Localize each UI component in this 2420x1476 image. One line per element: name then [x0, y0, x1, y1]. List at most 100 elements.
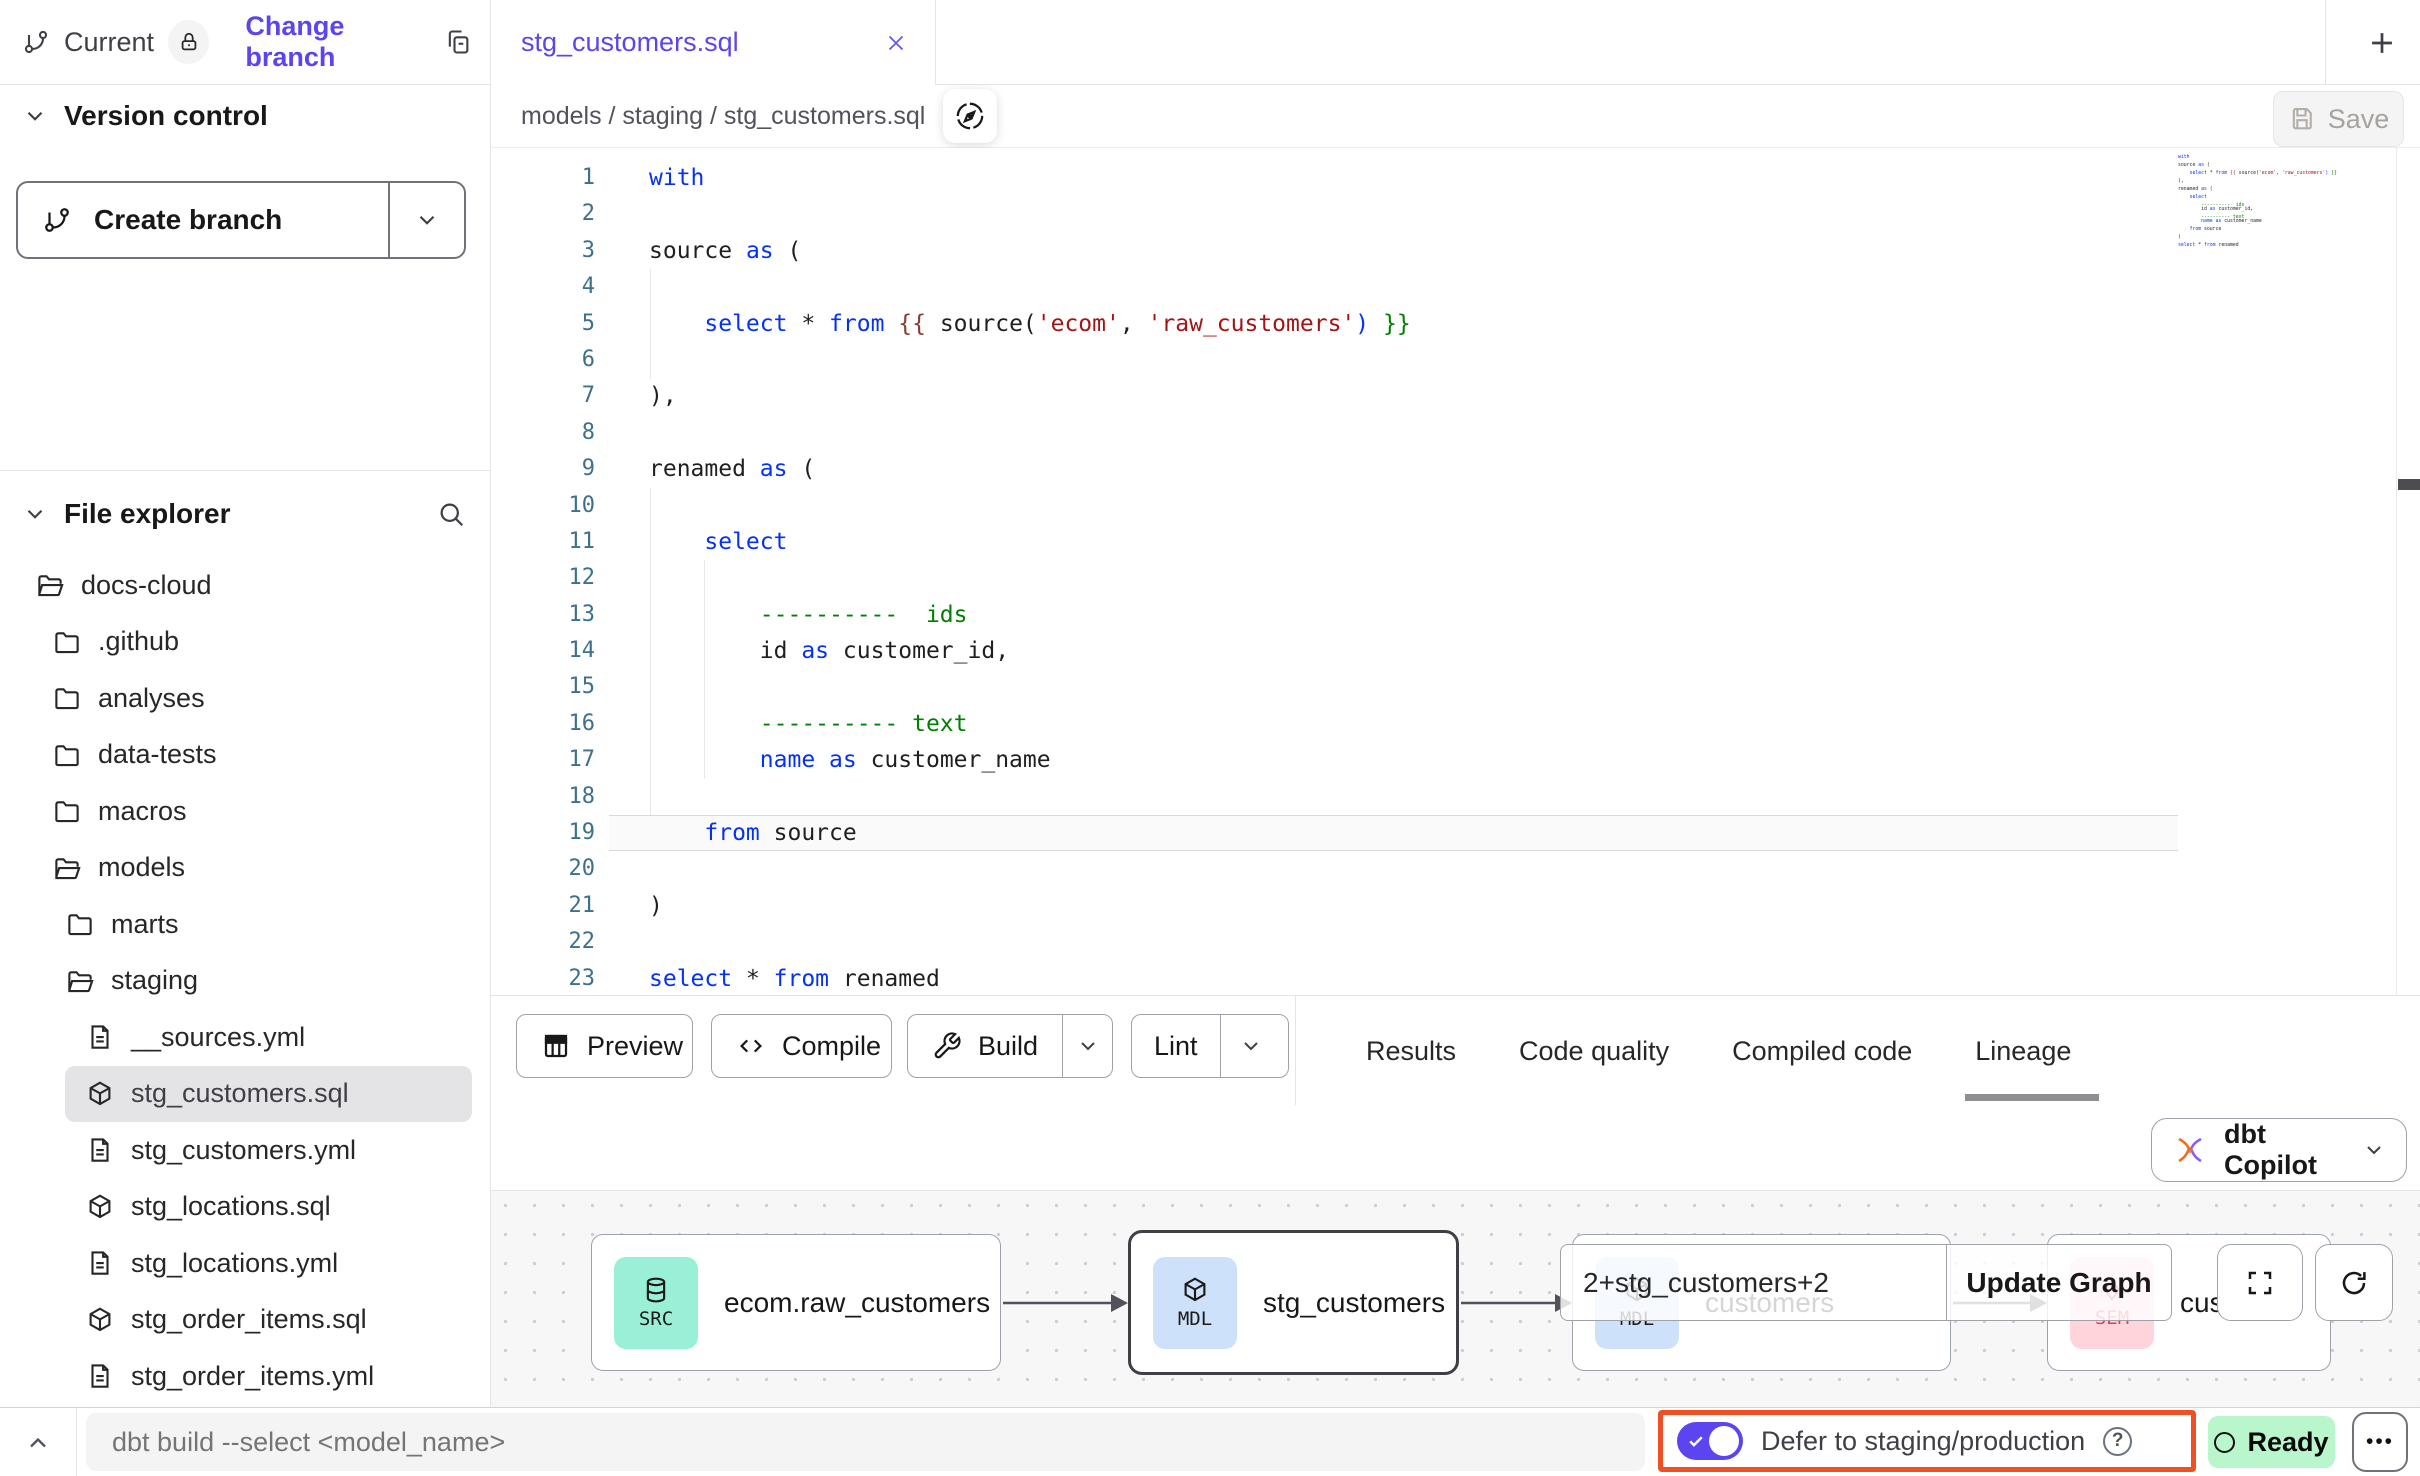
chevron-down-icon [22, 103, 48, 129]
tree-item-stg-locations-yml[interactable]: stg_locations.yml [65, 1235, 472, 1292]
code-line-16[interactable]: 16 ---------- text [491, 706, 2178, 742]
tree-item-staging[interactable]: staging [45, 953, 472, 1010]
tree-item-stg-locations-sql[interactable]: stg_locations.sql [65, 1179, 472, 1236]
table-icon [541, 1031, 571, 1061]
code-line-17[interactable]: 17 name as customer_name [491, 742, 2178, 778]
fullscreen-button[interactable] [2217, 1244, 2303, 1321]
tree-item-marts[interactable]: marts [45, 896, 472, 953]
panel-collapse-button[interactable] [16, 1421, 60, 1465]
plus-icon [2365, 26, 2399, 60]
lint-button[interactable]: Lint [1131, 1014, 1289, 1078]
tree-item-models[interactable]: models [32, 840, 472, 897]
copilot-compass-button[interactable] [943, 89, 997, 143]
dbt-copilot-logo-icon [2172, 1132, 2208, 1168]
code-editor[interactable]: 1with23source as (45 select * from {{ so… [491, 148, 2420, 995]
create-branch-button[interactable]: Create branch [16, 181, 466, 259]
save-button[interactable]: Save [2273, 91, 2404, 147]
code-line-22[interactable]: 22 [491, 924, 2178, 960]
code-line-13[interactable]: 13 ---------- ids [491, 597, 2178, 633]
update-graph-button[interactable]: Update Graph [1946, 1245, 2171, 1320]
save-label: Save [2328, 104, 2390, 135]
code-line-20[interactable]: 20 [491, 851, 2178, 887]
dbt-copilot-button[interactable]: dbt Copilot [2151, 1118, 2407, 1182]
cube-icon [85, 1079, 115, 1109]
tree-item-stg-order-items-sql[interactable]: stg_order_items.sql [65, 1292, 472, 1349]
code-line-10[interactable]: 10 [491, 488, 2178, 524]
lineage-node-ecom-raw-customers[interactable]: SRC ecom.raw_customers [591, 1234, 1001, 1371]
search-icon[interactable] [436, 499, 466, 529]
code-line-14[interactable]: 14 id as customer_id, [491, 633, 2178, 669]
code-line-2[interactable]: 2 [491, 196, 2178, 232]
panel-tab-code-quality[interactable]: Code quality [1519, 996, 1669, 1106]
version-control-header[interactable]: Version control [22, 100, 466, 132]
panel-tab-lineage[interactable]: Lineage [1975, 996, 2071, 1106]
copy-icon[interactable] [444, 28, 472, 56]
tree-item-macros[interactable]: macros [32, 783, 472, 840]
lineage-node-stg-customers[interactable]: MDL stg_customers [1128, 1230, 1459, 1375]
code-line-11[interactable]: 11 select [491, 524, 2178, 560]
file-explorer-header[interactable]: File explorer [22, 498, 466, 530]
refresh-button[interactable] [2315, 1244, 2393, 1321]
code-line-3[interactable]: 3source as ( [491, 233, 2178, 269]
close-icon[interactable] [883, 30, 909, 56]
tree-item-analyses[interactable]: analyses [32, 670, 472, 727]
code-line-21[interactable]: 21) [491, 888, 2178, 924]
code-line-8[interactable]: 8 [491, 415, 2178, 451]
code-line-12[interactable]: 12 [491, 560, 2178, 596]
code-line-4[interactable]: 4 [491, 269, 2178, 305]
build-button[interactable]: Build [907, 1014, 1113, 1078]
create-branch-menu-button[interactable] [388, 183, 464, 257]
panel-tab-compiled-code[interactable]: Compiled code [1732, 996, 1912, 1106]
tree-item--sources-yml[interactable]: __sources.yml [65, 1009, 472, 1066]
code-lines[interactable]: 1with23source as (45 select * from {{ so… [491, 160, 2178, 995]
code-line-18[interactable]: 18 [491, 779, 2178, 815]
main-area: stg_customers.sql models / staging / stg… [491, 0, 2420, 1407]
lineage-selector-input[interactable] [1561, 1245, 1946, 1320]
code-line-19[interactable]: 19 from source [491, 815, 2178, 851]
editor-toolbar: Preview Compile Build [491, 995, 2420, 1105]
file-tree: docs-cloud .github analysesdata-testsmacro… [0, 557, 486, 1405]
tree-item-label: stg_locations.yml [131, 1248, 338, 1279]
code-line-5[interactable]: 5 select * from {{ source('ecom', 'raw_c… [491, 306, 2178, 342]
cube-icon [85, 1305, 115, 1335]
build-menu-button[interactable] [1062, 1015, 1112, 1077]
code-line-7[interactable]: 7), [491, 378, 2178, 414]
tree-item-stg-customers-sql[interactable]: stg_customers.sql [65, 1066, 472, 1123]
scrollbar-handle[interactable] [2398, 479, 2420, 490]
line-number: 3 [491, 233, 595, 269]
command-input[interactable] [86, 1426, 1645, 1459]
code-line-15[interactable]: 15 [491, 669, 2178, 705]
line-content: from source [649, 815, 857, 851]
tree-item-label: .github [98, 626, 179, 657]
tree-item-stg-order-items-yml[interactable]: stg_order_items.yml [65, 1348, 472, 1405]
chevron-up-icon [24, 1429, 52, 1457]
code-line-1[interactable]: 1with [491, 160, 2178, 196]
lineage-canvas[interactable]: SRC ecom.raw_customers MDL stg_customers… [491, 1190, 2420, 1407]
tree-item-stg-customers-yml[interactable]: stg_customers.yml [65, 1122, 472, 1179]
new-tab-button[interactable] [2359, 20, 2405, 66]
dbt-copilot-label: dbt Copilot [2224, 1119, 2346, 1181]
lint-menu-button[interactable] [1220, 1015, 1282, 1077]
line-number: 21 [491, 888, 595, 924]
tree-item-label: models [98, 852, 185, 883]
help-icon[interactable]: ? [2103, 1427, 2132, 1456]
code-line-23[interactable]: 23select * from renamed [491, 961, 2178, 995]
tree-item-data-tests[interactable]: data-tests [32, 727, 472, 784]
tab-stg-customers-sql[interactable]: stg_customers.sql [491, 0, 936, 85]
cube-icon [1180, 1275, 1210, 1305]
code-line-9[interactable]: 9renamed as ( [491, 451, 2178, 487]
compile-button[interactable]: Compile [711, 1014, 892, 1078]
minimap[interactable]: with source as ( select * from {{ source… [2178, 156, 2384, 248]
tree-item--github[interactable]: .github [32, 614, 472, 671]
line-number: 20 [491, 851, 595, 887]
defer-toggle[interactable] [1677, 1422, 1743, 1460]
panel-tab-results[interactable]: Results [1366, 996, 1456, 1106]
code-line-6[interactable]: 6 [491, 342, 2178, 378]
preview-button[interactable]: Preview [516, 1014, 693, 1078]
more-options-button[interactable]: ••• [2352, 1412, 2408, 1472]
line-content: ) [649, 888, 663, 924]
line-number: 16 [491, 706, 595, 742]
tree-item-docs-cloud[interactable]: docs-cloud [15, 557, 472, 614]
change-branch-link[interactable]: Change branch [245, 11, 430, 73]
command-field[interactable] [86, 1413, 1645, 1471]
